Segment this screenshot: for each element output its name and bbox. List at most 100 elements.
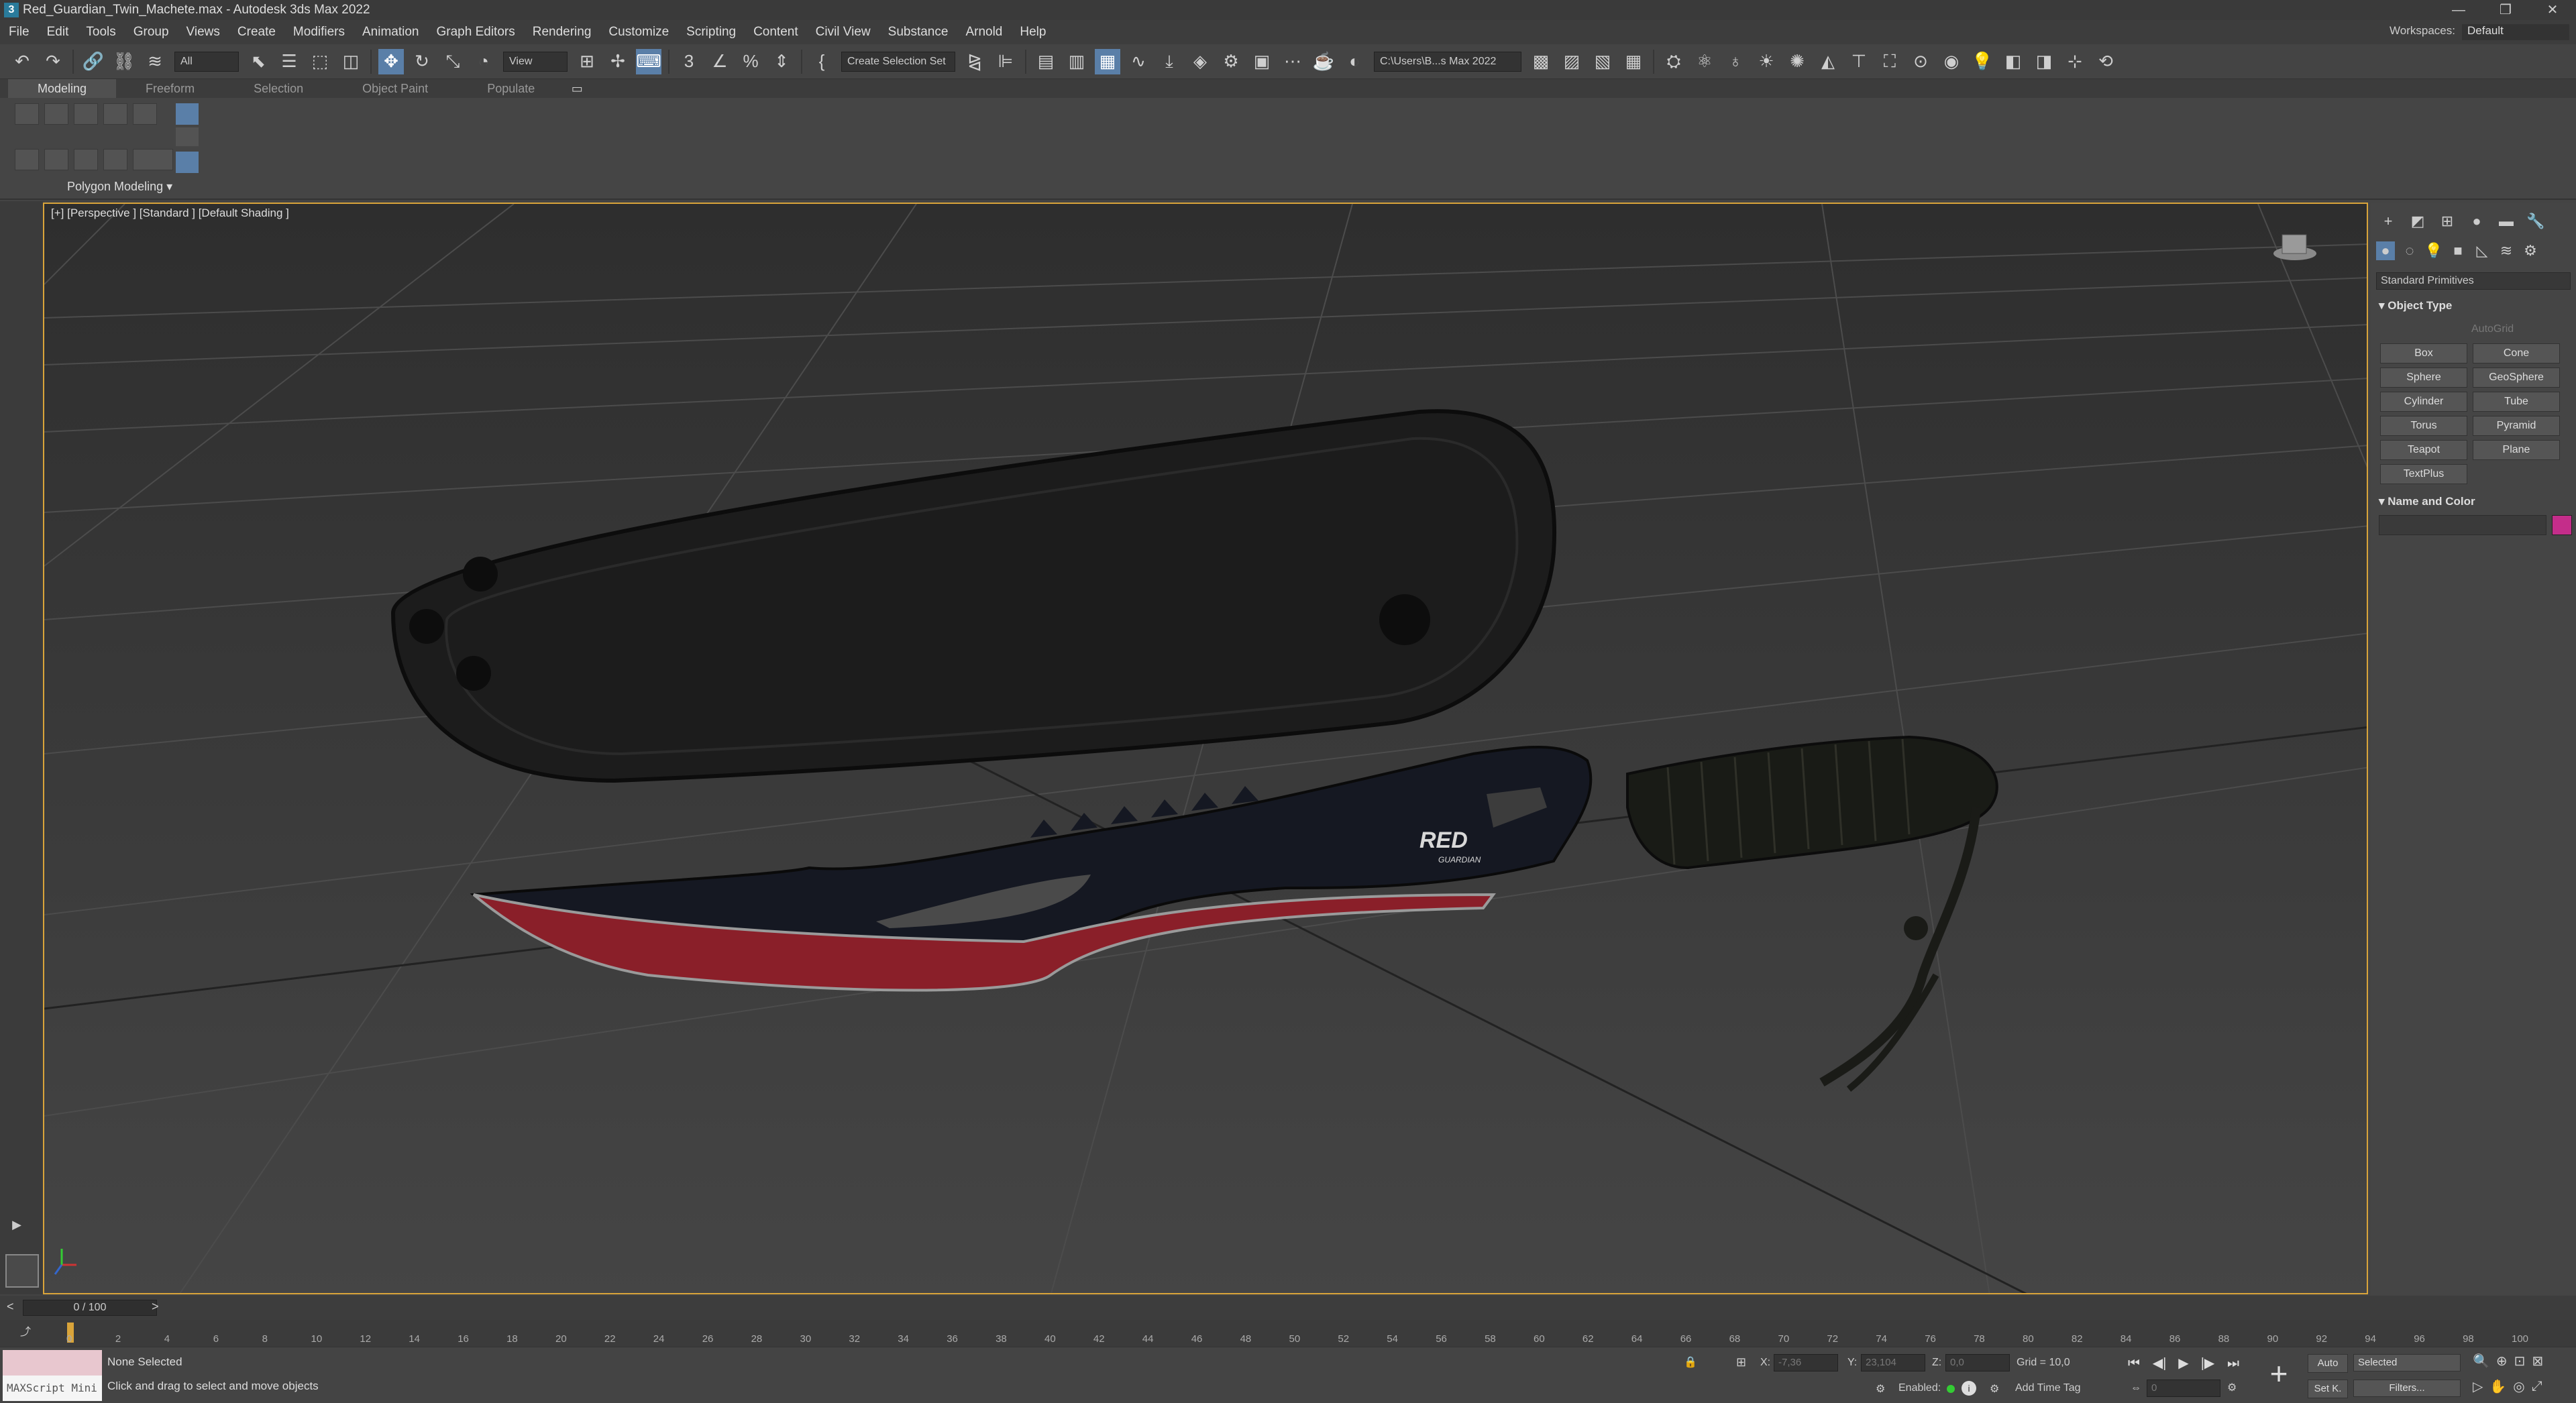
maximize-button[interactable]: ❐ [2482, 0, 2529, 20]
select-rotate-icon[interactable]: ↻ [409, 49, 435, 74]
add-time-tag[interactable]: Add Time Tag [2015, 1382, 2081, 1394]
ribbon-polygon-icon[interactable] [103, 103, 127, 125]
ribbon-3d-snap-icon[interactable] [176, 103, 199, 125]
perspective-viewport[interactable]: RED GUARDIAN [+] [Perspective ] [Standar… [43, 203, 2368, 1294]
project-folder-dropdown[interactable]: C:\Users\B...s Max 2022 [1374, 51, 1521, 72]
menu-scripting[interactable]: Scripting [678, 20, 745, 44]
arnold-lightbulb-icon[interactable]: ♁ [1723, 49, 1748, 74]
previous-frame-icon[interactable]: ◀| [2149, 1354, 2169, 1373]
set-key-big-icon[interactable]: + [2262, 1357, 2296, 1390]
percent-snap-icon[interactable]: % [738, 49, 763, 74]
schematic-view-icon[interactable]: ⤓ [1157, 49, 1182, 74]
arnold-turntable-icon[interactable]: ⟲ [2093, 49, 2118, 74]
ribbon-attach-icon[interactable] [103, 149, 127, 170]
arnold-light-icon[interactable]: ▧ [1590, 49, 1615, 74]
helpers-icon[interactable]: ◺ [2473, 241, 2491, 260]
geometry-type-dropdown[interactable]: Standard Primitives [2376, 272, 2571, 290]
align-icon[interactable]: ⊫ [993, 49, 1018, 74]
bind-spacewarp-icon[interactable]: ≋ [142, 49, 168, 74]
undo-icon[interactable]: ↶ [9, 49, 35, 74]
polygon-modeling-dropdown[interactable]: Polygon Modeling ▾ [67, 180, 172, 194]
plane-button[interactable]: Plane [2473, 440, 2560, 460]
render-cloud-icon[interactable]: ◐ [1342, 49, 1367, 74]
render-setup-icon[interactable]: ⚙ [1218, 49, 1244, 74]
viewport-layout-thumbnail[interactable] [5, 1254, 39, 1288]
time-tag-icon[interactable]: ⚙ [1990, 1382, 1999, 1396]
zoom-all-icon[interactable]: ⊕ [2496, 1353, 2508, 1369]
angle-snap-icon[interactable]: ∠ [707, 49, 733, 74]
arnold-icon[interactable]: ⋯ [1280, 49, 1305, 74]
arnold-render-icon[interactable]: ▩ [1528, 49, 1554, 74]
ribbon-edge-icon[interactable] [44, 103, 68, 125]
menu-animation[interactable]: Animation [354, 20, 428, 44]
x-coordinate-field[interactable]: -7,36 [1774, 1354, 1838, 1371]
menu-graph-editors[interactable]: Graph Editors [428, 20, 524, 44]
teapot-button[interactable]: Teapot [2380, 440, 2467, 460]
display-tab-icon[interactable]: ▬ [2497, 212, 2516, 231]
arnold-shader-icon[interactable]: ⊙ [1908, 49, 1933, 74]
select-move-icon[interactable]: ✥ [378, 48, 404, 74]
ribbon-border-icon[interactable] [74, 103, 98, 125]
torus-button[interactable]: Torus [2380, 416, 2467, 436]
time-slider-handle[interactable]: 0 / 100 [23, 1300, 157, 1316]
app-icon[interactable]: 3 [4, 3, 19, 17]
ribbon-vertex-icon[interactable] [15, 103, 39, 125]
select-scale-icon[interactable]: ⤡ [440, 49, 466, 74]
close-button[interactable]: ✕ [2529, 0, 2576, 20]
menu-views[interactable]: Views [178, 20, 229, 44]
key-filters-button[interactable]: Filters... [2353, 1380, 2461, 1397]
spinner-snap-icon[interactable]: ⇕ [769, 49, 794, 74]
snaps-toggle-icon[interactable]: 3 [676, 49, 702, 74]
info-icon[interactable]: i [1962, 1381, 1976, 1396]
lights-icon[interactable]: 💡 [2424, 241, 2443, 260]
menu-edit[interactable]: Edit [38, 20, 78, 44]
cylinder-button[interactable]: Cylinder [2380, 392, 2467, 412]
named-selection-set-dropdown[interactable]: Create Selection Set [841, 51, 955, 72]
link-icon[interactable]: 🔗 [80, 49, 106, 74]
menu-help[interactable]: Help [1011, 20, 1055, 44]
pyramid-button[interactable]: Pyramid [2473, 416, 2560, 436]
menu-create[interactable]: Create [229, 20, 284, 44]
arnold-mesh-light-icon[interactable]: ✺ [1784, 49, 1810, 74]
menu-group[interactable]: Group [125, 20, 178, 44]
arnold-sun-icon[interactable]: ☀ [1754, 49, 1779, 74]
create-tab-icon[interactable]: + [2379, 212, 2398, 231]
key-filter-dropdown[interactable]: Selected [2353, 1354, 2461, 1371]
systems-icon[interactable]: ⚙ [2521, 241, 2540, 260]
zoom-extents-icon[interactable]: ⊡ [2514, 1353, 2526, 1369]
next-frame-button-icon[interactable]: |▶ [2198, 1354, 2218, 1373]
arnold-bulb-icon[interactable]: 💡 [1970, 49, 1995, 74]
cameras-icon[interactable]: ■ [2449, 241, 2467, 260]
maximize-viewport-icon[interactable]: ⤢ [2532, 1379, 2542, 1394]
edit-named-selection-icon[interactable]: { [809, 49, 835, 74]
arnold-frame-icon[interactable]: ◨ [2031, 49, 2057, 74]
select-manipulate-icon[interactable]: ✢ [605, 49, 631, 74]
go-to-start-icon[interactable]: ⏮ [2124, 1354, 2144, 1373]
arnold-photometric-icon[interactable]: ◭ [1815, 49, 1841, 74]
ribbon-edit-mode-icon[interactable] [44, 149, 68, 170]
selection-filter-dropdown[interactable]: All [174, 51, 239, 72]
tab-freeform[interactable]: Freeform [116, 79, 224, 98]
object-name-field[interactable] [2379, 515, 2546, 535]
maxscript-input[interactable]: MAXScript Mini [3, 1376, 102, 1401]
zoom-icon[interactable]: 🔍 [2473, 1353, 2489, 1369]
ribbon-repeat-icon[interactable] [176, 127, 199, 146]
ribbon-use-nurms-icon[interactable] [176, 152, 199, 173]
menu-substance[interactable]: Substance [879, 20, 957, 44]
lock-selection-icon[interactable]: 🔒 [1684, 1355, 1697, 1369]
textplus-button[interactable]: TextPlus [2380, 464, 2467, 484]
tab-selection[interactable]: Selection [224, 79, 333, 98]
menu-civil-view[interactable]: Civil View [807, 20, 879, 44]
redo-icon[interactable]: ↷ [40, 49, 66, 74]
rendered-frame-window-icon[interactable]: ▣ [1249, 49, 1275, 74]
arnold-volume-icon[interactable]: ⛶ [1877, 49, 1902, 74]
current-frame-field[interactable]: 0 [2147, 1380, 2220, 1397]
ribbon-options-icon[interactable]: ▭ [567, 80, 587, 97]
mirror-icon[interactable]: ⧎ [962, 49, 987, 74]
name-color-rollout-title[interactable]: ▾ Name and Color [2379, 495, 2475, 508]
reference-coordinate-dropdown[interactable]: View [503, 51, 568, 72]
box-button[interactable]: Box [2380, 343, 2467, 363]
modify-tab-icon[interactable]: ◩ [2408, 212, 2427, 231]
shapes-icon[interactable]: ◌ [2400, 241, 2419, 260]
play-icon[interactable]: ▶ [2174, 1354, 2194, 1373]
